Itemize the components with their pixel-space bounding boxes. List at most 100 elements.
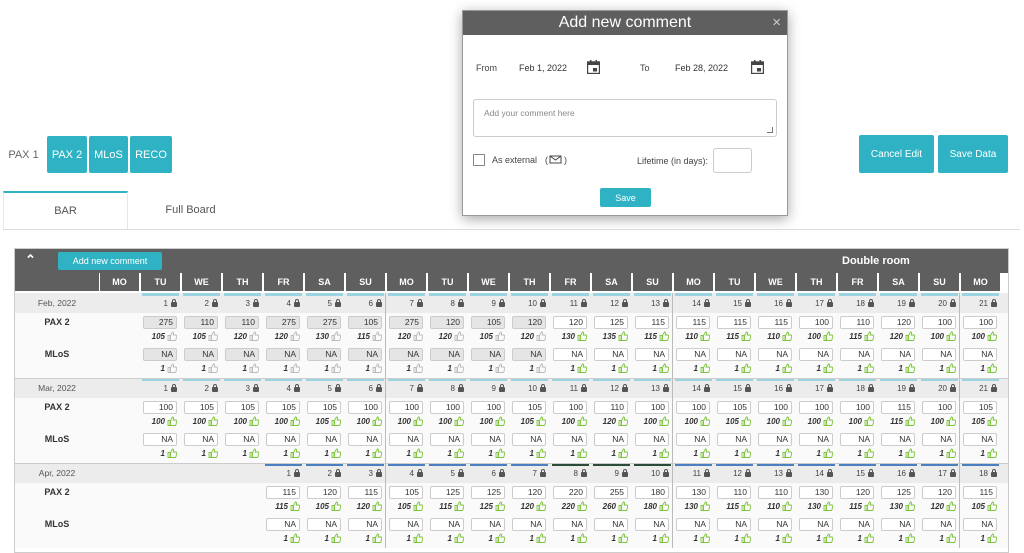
- to-date-field[interactable]: Feb 28, 2022: [675, 63, 728, 73]
- thumbs-up-icon[interactable]: [659, 448, 669, 458]
- mlos-input[interactable]: NA: [348, 518, 382, 531]
- thumbs-up-icon[interactable]: [290, 363, 300, 373]
- thumbs-up-icon[interactable]: [823, 533, 833, 543]
- rate-input[interactable]: 275: [307, 316, 341, 329]
- thumbs-up-icon[interactable]: [618, 363, 628, 373]
- thumbs-up-icon[interactable]: [208, 331, 218, 341]
- rate-input[interactable]: 220: [553, 486, 587, 499]
- rate-input[interactable]: 115: [348, 486, 382, 499]
- mlos-input[interactable]: NA: [963, 518, 997, 531]
- mlos-input[interactable]: NA: [635, 518, 669, 531]
- lock-icon[interactable]: [745, 383, 751, 392]
- lock-icon[interactable]: [786, 298, 792, 307]
- tab-mlos[interactable]: MLoS: [89, 136, 128, 173]
- rate-input[interactable]: 120: [430, 316, 464, 329]
- thumbs-up-icon[interactable]: [290, 501, 300, 511]
- thumbs-up-icon[interactable]: [495, 331, 505, 341]
- mlos-input[interactable]: NA: [430, 433, 464, 446]
- thumbs-up-icon[interactable]: [167, 331, 177, 341]
- rate-input[interactable]: 255: [594, 486, 628, 499]
- mlos-input[interactable]: NA: [389, 433, 423, 446]
- thumbs-up-icon[interactable]: [700, 501, 710, 511]
- mlos-input[interactable]: NA: [881, 348, 915, 361]
- lock-icon[interactable]: [540, 468, 546, 477]
- thumbs-up-icon[interactable]: [577, 448, 587, 458]
- rate-input[interactable]: 110: [225, 316, 259, 329]
- thumbs-up-icon[interactable]: [495, 501, 505, 511]
- thumbs-up-icon[interactable]: [823, 363, 833, 373]
- lock-icon[interactable]: [376, 468, 382, 477]
- mlos-input[interactable]: NA: [840, 433, 874, 446]
- thumbs-up-icon[interactable]: [331, 501, 341, 511]
- mlos-input[interactable]: NA: [389, 518, 423, 531]
- thumbs-up-icon[interactable]: [249, 448, 259, 458]
- thumbs-up-icon[interactable]: [987, 533, 997, 543]
- rate-input[interactable]: 110: [184, 316, 218, 329]
- lock-icon[interactable]: [212, 383, 218, 392]
- thumbs-up-icon[interactable]: [167, 416, 177, 426]
- thumbs-up-icon[interactable]: [536, 533, 546, 543]
- mlos-input[interactable]: NA: [512, 518, 546, 531]
- rate-input[interactable]: 110: [758, 486, 792, 499]
- thumbs-up-icon[interactable]: [331, 363, 341, 373]
- modal-save-button[interactable]: Save: [600, 188, 651, 207]
- thumbs-up-icon[interactable]: [536, 448, 546, 458]
- thumbs-up-icon[interactable]: [782, 416, 792, 426]
- thumbs-up-icon[interactable]: [372, 331, 382, 341]
- thumbs-up-icon[interactable]: [782, 331, 792, 341]
- rate-input[interactable]: 105: [348, 316, 382, 329]
- lock-icon[interactable]: [991, 298, 997, 307]
- thumbs-up-icon[interactable]: [987, 331, 997, 341]
- thumbs-up-icon[interactable]: [413, 448, 423, 458]
- rate-input[interactable]: 125: [881, 486, 915, 499]
- thumbs-up-icon[interactable]: [372, 416, 382, 426]
- lock-icon[interactable]: [786, 468, 792, 477]
- mlos-input[interactable]: NA: [922, 433, 956, 446]
- rate-input[interactable]: 130: [676, 486, 710, 499]
- lock-icon[interactable]: [458, 298, 464, 307]
- thumbs-up-icon[interactable]: [905, 331, 915, 341]
- cancel-edit-button[interactable]: Cancel Edit: [859, 135, 934, 173]
- mlos-input[interactable]: NA: [717, 518, 751, 531]
- thumbs-up-icon[interactable]: [454, 501, 464, 511]
- lock-icon[interactable]: [335, 383, 341, 392]
- thumbs-up-icon[interactable]: [823, 448, 833, 458]
- rate-input[interactable]: 120: [512, 486, 546, 499]
- close-icon[interactable]: ×: [772, 15, 781, 30]
- rate-input[interactable]: 100: [389, 401, 423, 414]
- rate-input[interactable]: 125: [430, 486, 464, 499]
- thumbs-up-icon[interactable]: [249, 416, 259, 426]
- mlos-input[interactable]: NA: [143, 348, 177, 361]
- thumbs-up-icon[interactable]: [413, 533, 423, 543]
- thumbs-up-icon[interactable]: [290, 416, 300, 426]
- mlos-input[interactable]: NA: [758, 518, 792, 531]
- thumbs-up-icon[interactable]: [659, 501, 669, 511]
- mlos-input[interactable]: NA: [553, 348, 587, 361]
- lock-icon[interactable]: [704, 383, 710, 392]
- thumbs-up-icon[interactable]: [946, 501, 956, 511]
- thumbs-up-icon[interactable]: [946, 416, 956, 426]
- mlos-input[interactable]: NA: [307, 348, 341, 361]
- mlos-input[interactable]: NA: [881, 518, 915, 531]
- lock-icon[interactable]: [663, 468, 669, 477]
- lock-icon[interactable]: [294, 468, 300, 477]
- lock-icon[interactable]: [294, 383, 300, 392]
- thumbs-up-icon[interactable]: [249, 331, 259, 341]
- lock-icon[interactable]: [335, 298, 341, 307]
- lock-icon[interactable]: [294, 298, 300, 307]
- thumbs-up-icon[interactable]: [577, 331, 587, 341]
- thumbs-up-icon[interactable]: [577, 501, 587, 511]
- mlos-input[interactable]: NA: [389, 348, 423, 361]
- lock-icon[interactable]: [663, 383, 669, 392]
- thumbs-up-icon[interactable]: [782, 448, 792, 458]
- mlos-input[interactable]: NA: [184, 348, 218, 361]
- mlos-input[interactable]: NA: [676, 348, 710, 361]
- rate-input[interactable]: 275: [266, 316, 300, 329]
- thumbs-up-icon[interactable]: [987, 448, 997, 458]
- thumbs-up-icon[interactable]: [864, 416, 874, 426]
- thumbs-up-icon[interactable]: [372, 363, 382, 373]
- mlos-input[interactable]: NA: [717, 433, 751, 446]
- thumbs-up-icon[interactable]: [823, 331, 833, 341]
- thumbs-up-icon[interactable]: [700, 363, 710, 373]
- rate-input[interactable]: 105: [307, 401, 341, 414]
